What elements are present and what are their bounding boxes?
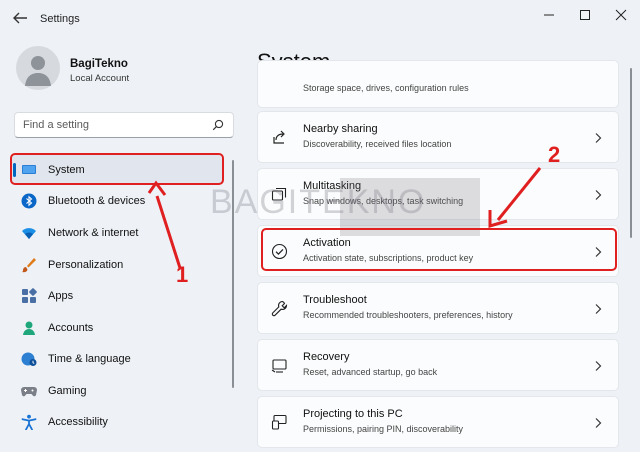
sidebar-item-label: Apps bbox=[48, 290, 74, 302]
user-name: BagiTekno bbox=[70, 58, 128, 70]
sidebar-item-apps[interactable]: Apps bbox=[12, 281, 222, 311]
chevron-right-icon bbox=[595, 418, 602, 428]
sidebar-item-label: Gaming bbox=[48, 385, 87, 397]
recovery-icon bbox=[271, 359, 287, 373]
annotation-step-1: 1 bbox=[176, 262, 189, 287]
sidebar-item-personalization[interactable]: Personalization bbox=[12, 250, 222, 280]
bluetooth-icon bbox=[21, 193, 37, 209]
sidebar-item-bluetooth[interactable]: Bluetooth & devices bbox=[12, 186, 222, 216]
search-box[interactable] bbox=[14, 112, 234, 138]
person-icon bbox=[23, 321, 35, 335]
wifi-icon bbox=[22, 228, 36, 239]
card-troubleshoot[interactable]: Troubleshoot Recommended troubleshooters… bbox=[257, 282, 619, 334]
projector-icon bbox=[271, 414, 287, 430]
close-icon[interactable] bbox=[610, 6, 632, 24]
sidebar-item-gaming[interactable]: Gaming bbox=[12, 376, 222, 406]
account-type: Local Account bbox=[70, 73, 130, 84]
globe-clock-icon bbox=[21, 352, 37, 366]
maximize-icon[interactable] bbox=[574, 6, 596, 24]
back-arrow-icon[interactable] bbox=[10, 10, 30, 26]
watermark-text: BAGITEKNO bbox=[210, 183, 427, 221]
sidebar-item-label: Accounts bbox=[48, 322, 94, 334]
chevron-right-icon bbox=[595, 304, 602, 314]
search-input[interactable] bbox=[15, 113, 195, 137]
annotation-box-activation bbox=[261, 228, 617, 271]
card-subtitle: Recommended troubleshooters, preferences… bbox=[303, 310, 513, 320]
apps-icon bbox=[22, 288, 37, 303]
sidebar-item-label: Accessibility bbox=[48, 416, 108, 428]
app-title: Settings bbox=[40, 13, 80, 25]
sidebar-item-label: Time & language bbox=[48, 353, 131, 365]
chevron-right-icon bbox=[595, 133, 602, 143]
card-title: Troubleshoot bbox=[303, 294, 367, 306]
title-bar: Settings bbox=[0, 0, 640, 36]
card-subtitle: Reset, advanced startup, go back bbox=[303, 367, 438, 377]
sidebar-item-accessibility[interactable]: Accessibility bbox=[12, 407, 222, 437]
accessibility-icon bbox=[21, 414, 37, 430]
card-recovery[interactable]: Recovery Reset, advanced startup, go bac… bbox=[257, 339, 619, 391]
chevron-right-icon bbox=[595, 190, 602, 200]
person-silhouette-icon bbox=[25, 56, 51, 86]
sidebar-item-label: Network & internet bbox=[48, 227, 139, 239]
content-scrollbar[interactable] bbox=[630, 68, 632, 238]
card-title: Nearby sharing bbox=[303, 123, 378, 135]
sidebar-item-accounts[interactable]: Accounts bbox=[12, 313, 222, 343]
card-projecting[interactable]: Projecting to this PC Permissions, pairi… bbox=[257, 396, 619, 448]
sidebar-item-label: Bluetooth & devices bbox=[48, 195, 146, 207]
annotation-step-2: 2 bbox=[548, 142, 561, 167]
sidebar-item-time-language[interactable]: Time & language bbox=[12, 344, 222, 374]
search-icon[interactable] bbox=[212, 119, 224, 131]
share-icon bbox=[273, 130, 285, 144]
card-storage[interactable]: Storage space, drives, configuration rul… bbox=[257, 60, 619, 108]
avatar[interactable] bbox=[16, 46, 60, 90]
card-title: Projecting to this PC bbox=[303, 408, 403, 420]
card-subtitle: Storage space, drives, configuration rul… bbox=[303, 83, 469, 93]
chevron-right-icon bbox=[595, 361, 602, 371]
sidebar-item-network[interactable]: Network & internet bbox=[12, 218, 222, 248]
annotation-box-system bbox=[10, 153, 224, 185]
card-title: Recovery bbox=[303, 351, 350, 363]
brush-icon bbox=[22, 258, 36, 273]
minimize-icon[interactable] bbox=[538, 6, 560, 24]
wrench-icon bbox=[271, 300, 288, 317]
gamepad-icon bbox=[21, 387, 37, 397]
card-subtitle: Discoverability, received files location bbox=[303, 139, 452, 149]
card-nearby-sharing[interactable]: Nearby sharing Discoverability, received… bbox=[257, 111, 619, 163]
card-subtitle: Permissions, pairing PIN, discoverabilit… bbox=[303, 424, 464, 434]
sidebar-item-label: Personalization bbox=[48, 259, 124, 271]
